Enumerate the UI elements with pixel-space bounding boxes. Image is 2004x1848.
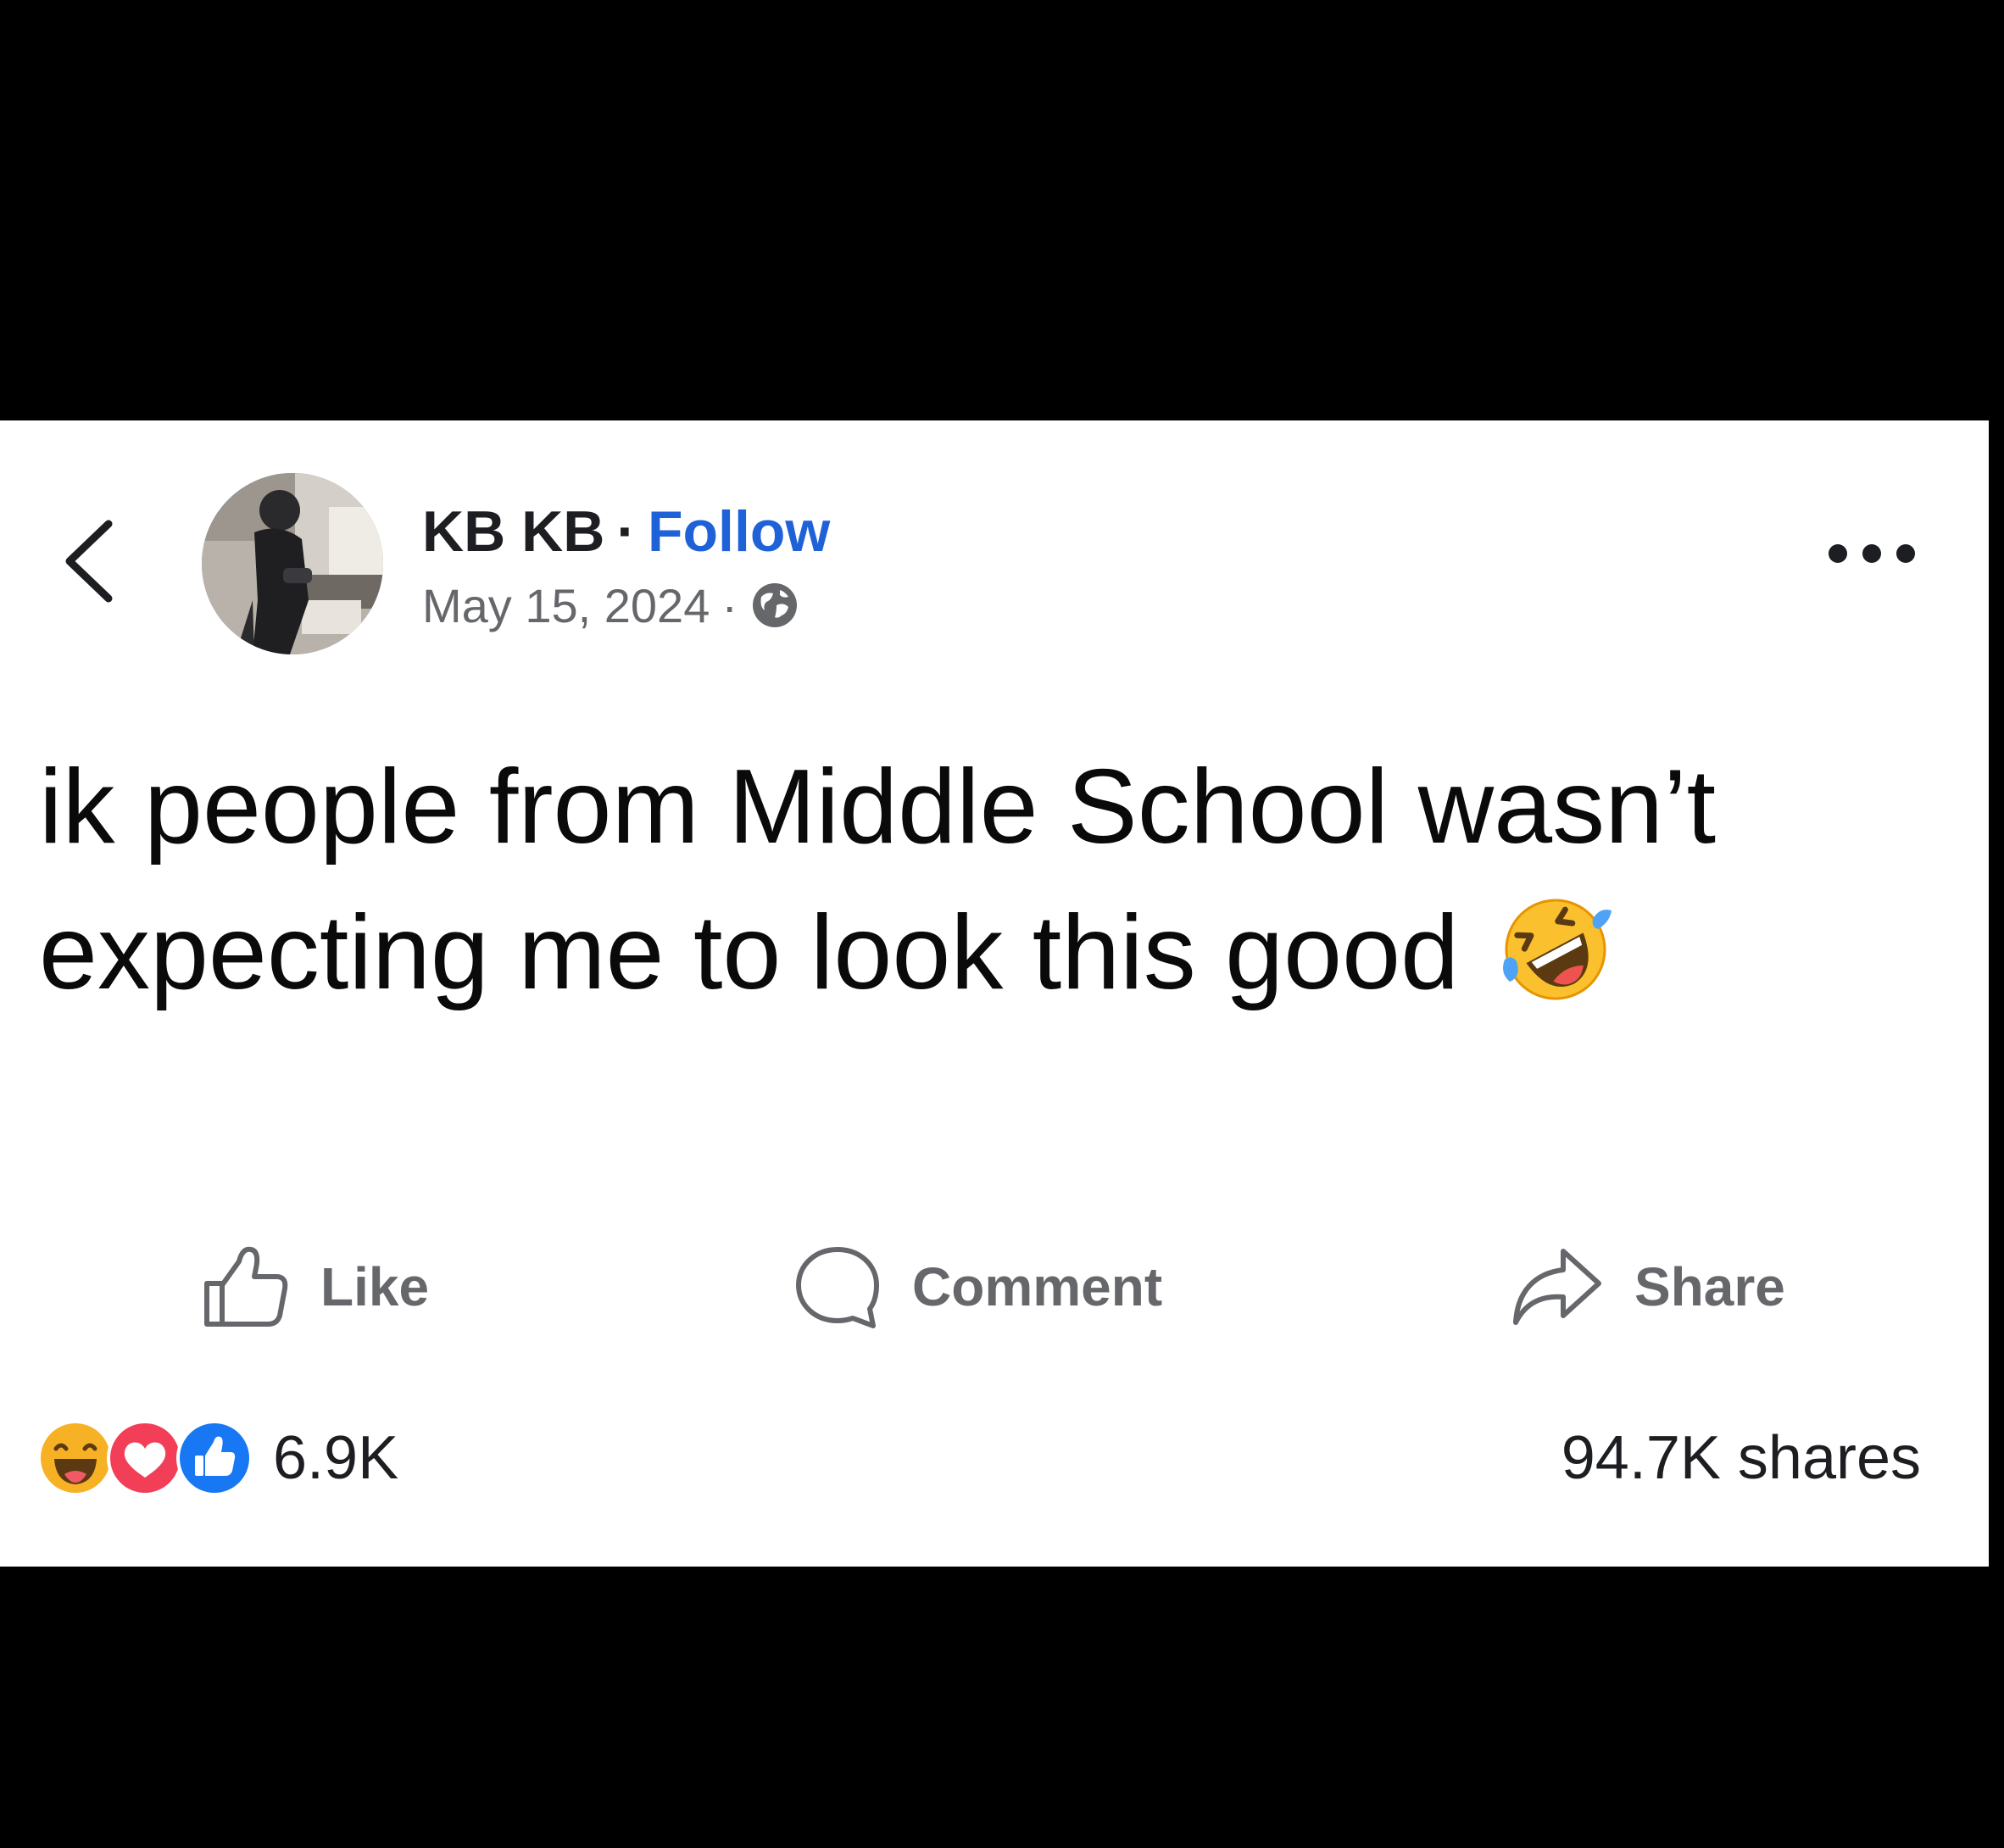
post-meta: May 15, 2024 · <box>422 573 800 637</box>
love-reaction-icon <box>107 1420 183 1496</box>
separator-dot: · <box>616 499 636 564</box>
globe-icon <box>753 583 797 627</box>
comment-label: Comment <box>912 1256 1163 1317</box>
post-date[interactable]: May 15, 2024 <box>422 578 710 633</box>
avatar[interactable] <box>202 473 383 654</box>
post-card: KB KB · Follow May 15, 2024 · ik people … <box>0 420 1989 1567</box>
like-reaction-icon <box>176 1420 253 1496</box>
chevron-left-icon <box>65 520 113 603</box>
like-label: Like <box>320 1256 430 1317</box>
rolling-on-floor-laughing-emoji <box>1503 899 1612 1000</box>
more-horizontal-icon <box>1829 544 1915 563</box>
profile-photo <box>202 473 383 654</box>
share-button[interactable]: Share <box>1511 1236 1785 1338</box>
haha-reaction-icon <box>37 1420 114 1496</box>
comment-button[interactable]: Comment <box>793 1236 1162 1338</box>
post-text: ik people from Middle School wasn’t expe… <box>39 734 1955 1026</box>
author-line: KB KB · Follow <box>422 493 830 570</box>
shares-count[interactable]: 94.7K shares <box>1561 1416 1921 1500</box>
more-options-button[interactable] <box>1821 524 1923 583</box>
reaction-count: 6.9K <box>273 1424 399 1492</box>
reaction-summary[interactable]: 6.9K <box>37 1416 398 1500</box>
comment-bubble-icon <box>796 1247 879 1328</box>
thumbs-up-icon <box>204 1246 288 1327</box>
share-label: Share <box>1634 1256 1785 1317</box>
post-actions: Like Comment Share <box>0 1236 1989 1338</box>
like-button[interactable]: Like <box>202 1236 429 1338</box>
follow-button[interactable]: Follow <box>648 498 830 565</box>
separator-dot: · <box>721 578 738 632</box>
share-arrow-icon <box>1513 1249 1601 1325</box>
post-text-content: ik people from Middle School wasn’t expe… <box>39 749 1717 1011</box>
post-stats: 6.9K 94.7K shares <box>0 1416 1989 1500</box>
back-button[interactable] <box>53 510 129 612</box>
author-name[interactable]: KB KB <box>422 498 604 565</box>
